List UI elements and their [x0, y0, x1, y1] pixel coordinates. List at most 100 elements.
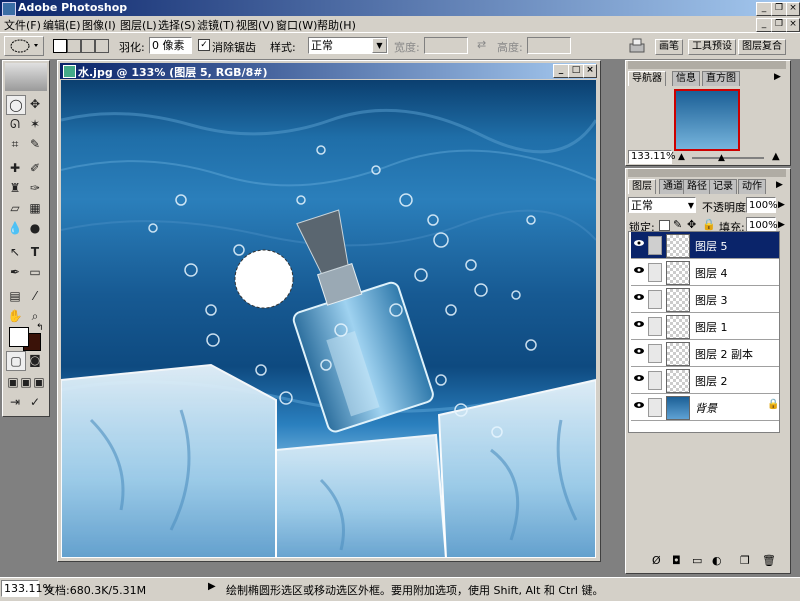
eye-icon[interactable]: [634, 401, 644, 409]
panel-menu-arrow-icon[interactable]: ▶: [774, 72, 781, 82]
lock-pixels-icon[interactable]: ✎: [673, 218, 682, 231]
layer-row[interactable]: 图层 1: [631, 313, 779, 340]
menu-filter[interactable]: 滤镜(T): [197, 17, 234, 33]
tab-paths[interactable]: 路径: [683, 179, 711, 194]
add-selection-icon[interactable]: [67, 39, 81, 53]
menu-edit[interactable]: 编辑(E): [43, 17, 81, 33]
intersect-selection-icon[interactable]: [95, 39, 109, 53]
new-selection-icon[interactable]: [53, 39, 67, 53]
close-button[interactable]: ×: [786, 2, 800, 16]
minimize-button[interactable]: _: [756, 2, 772, 16]
lock-position-icon[interactable]: ✥: [687, 218, 696, 231]
well-tab-tool-presets[interactable]: 工具预设: [688, 39, 736, 55]
menu-help[interactable]: 帮助(H): [317, 17, 356, 33]
move-tool-icon[interactable]: ✥: [26, 95, 44, 113]
dodge-tool-icon[interactable]: ●: [26, 219, 44, 237]
jump-to-imageready-icon[interactable]: ⇥: [6, 393, 24, 411]
chevron-down-icon[interactable]: ▼: [688, 198, 694, 213]
tab-histogram[interactable]: 直方图: [702, 71, 740, 86]
foreground-color-swatch[interactable]: [9, 327, 29, 347]
healing-brush-icon[interactable]: ✚: [6, 159, 24, 177]
history-brush-icon[interactable]: ✑: [26, 179, 44, 197]
lock-all-icon[interactable]: 🔒: [702, 218, 716, 231]
layer-row[interactable]: 图层 2: [631, 367, 779, 394]
feather-input[interactable]: 0 像素: [149, 37, 192, 54]
new-set-icon[interactable]: ▭: [692, 554, 702, 567]
layer-mask-icon[interactable]: ◘: [672, 554, 681, 567]
screen-mode-full-icon[interactable]: ▣: [30, 373, 48, 391]
swap-colors-icon[interactable]: ↰: [36, 323, 44, 333]
layer-row[interactable]: 图层 3: [631, 286, 779, 313]
checkmark-icon[interactable]: ✓: [26, 393, 44, 411]
tool-preset-picker[interactable]: [4, 36, 44, 56]
swap-icon[interactable]: ⇄: [477, 38, 486, 51]
panel-menu-arrow-icon[interactable]: ▶: [776, 180, 783, 190]
layer-row[interactable]: 图层 2 副本: [631, 340, 779, 367]
adjustment-layer-icon[interactable]: ◐: [712, 554, 722, 567]
zoom-slider[interactable]: [692, 157, 764, 159]
opacity-input[interactable]: 100%: [746, 197, 778, 213]
eye-icon[interactable]: [634, 266, 644, 274]
tab-actions[interactable]: 动作: [738, 179, 766, 194]
adobe-online-logo[interactable]: [5, 63, 47, 91]
eye-icon[interactable]: [634, 293, 644, 301]
tab-history[interactable]: 记录: [709, 179, 737, 194]
link-icon[interactable]: [648, 263, 662, 282]
trash-icon[interactable]: 🗑: [762, 554, 776, 567]
menu-image[interactable]: 图像(I): [82, 17, 116, 33]
zoom-in-icon[interactable]: ▲: [772, 151, 780, 162]
panel-grip[interactable]: [628, 169, 786, 177]
fill-arrow-icon[interactable]: ▶: [778, 220, 785, 230]
document-maximize-button[interactable]: □: [568, 64, 584, 78]
lock-transparency-icon[interactable]: [659, 220, 670, 231]
layer-row[interactable]: 图层 5: [631, 232, 779, 259]
subtract-selection-icon[interactable]: [81, 39, 95, 53]
status-arrow-icon[interactable]: ▶: [208, 581, 216, 592]
layer-style-icon[interactable]: Ø: [652, 554, 661, 567]
doc-restore-button[interactable]: ❐: [771, 18, 787, 32]
notes-tool-icon[interactable]: ▤: [6, 287, 24, 305]
tab-info[interactable]: 信息: [672, 71, 700, 86]
elliptical-selection[interactable]: [234, 249, 294, 309]
layer-row[interactable]: 背景 🔒: [631, 394, 779, 421]
blur-tool-icon[interactable]: 💧: [6, 219, 24, 237]
hand-tool-icon[interactable]: ✋: [6, 307, 24, 325]
zoom-slider-thumb[interactable]: ▲: [718, 153, 725, 163]
link-icon[interactable]: [648, 290, 662, 309]
well-tab-layer-comps[interactable]: 图层复合: [738, 39, 786, 55]
link-icon[interactable]: [648, 371, 662, 390]
restore-button[interactable]: ❐: [771, 2, 787, 16]
brush-icon[interactable]: [648, 236, 662, 255]
navigator-preview[interactable]: [674, 89, 740, 151]
type-tool-icon[interactable]: T: [26, 243, 44, 261]
height-input[interactable]: [527, 37, 571, 54]
panel-grip[interactable]: [628, 61, 786, 69]
antialias-checkbox[interactable]: ✓: [198, 39, 210, 51]
brush-tool-icon[interactable]: ✐: [26, 159, 44, 177]
zoom-out-icon[interactable]: ▲: [678, 152, 685, 162]
navigator-zoom-input[interactable]: 133.11%: [628, 150, 676, 164]
new-layer-icon[interactable]: ❐: [740, 554, 750, 567]
eraser-tool-icon[interactable]: ▱: [6, 199, 24, 217]
layer-row[interactable]: 图层 4: [631, 259, 779, 286]
status-zoom-input[interactable]: 133.11%: [1, 580, 53, 597]
blend-mode-select[interactable]: 正常 ▼: [628, 197, 696, 213]
marquee-tool-icon[interactable]: ◯: [6, 95, 26, 115]
menu-select[interactable]: 选择(S): [158, 17, 196, 33]
link-icon[interactable]: [648, 344, 662, 363]
crop-tool-icon[interactable]: ⌗: [6, 135, 24, 153]
menu-layer[interactable]: 图层(L): [120, 17, 157, 33]
link-icon[interactable]: [648, 317, 662, 336]
menu-window[interactable]: 窗口(W): [276, 17, 317, 33]
standard-mode-icon[interactable]: ▢: [6, 351, 26, 371]
doc-minimize-button[interactable]: _: [756, 18, 772, 32]
well-tab-brushes[interactable]: 画笔: [655, 39, 683, 55]
path-selection-icon[interactable]: ↖: [6, 243, 24, 261]
width-input[interactable]: [424, 37, 468, 54]
palette-well-icon[interactable]: [628, 36, 646, 54]
link-icon[interactable]: [648, 398, 662, 417]
eye-icon[interactable]: [634, 347, 644, 355]
chevron-down-icon[interactable]: ▼: [372, 38, 387, 53]
eye-icon[interactable]: [634, 239, 644, 247]
magic-wand-tool-icon[interactable]: ✶: [26, 115, 44, 133]
